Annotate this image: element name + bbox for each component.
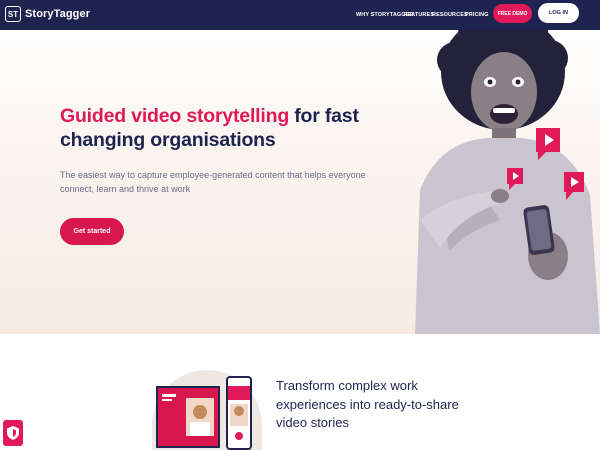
nav-link-pricing[interactable]: PRICING — [465, 12, 489, 18]
logo-mark: ST — [5, 6, 21, 22]
privacy-shield-button[interactable] — [3, 420, 23, 446]
play-bubble-icon — [507, 168, 523, 190]
top-navbar: ST StoryTagger WHY STORYTAGGER FEATURES … — [0, 0, 600, 30]
phone-screen-icon — [228, 386, 250, 440]
features-section: Transform complex work experiences into … — [0, 334, 600, 450]
nav-link-resources[interactable]: RESOURCES — [432, 12, 468, 18]
video-frame-icon — [162, 394, 214, 436]
play-bubble-icon — [536, 128, 560, 160]
phone-illustration — [226, 376, 252, 450]
play-bubble-icon — [564, 172, 584, 200]
get-started-button[interactable]: Get started — [60, 218, 124, 245]
free-demo-button[interactable]: FREE DEMO — [493, 4, 532, 23]
login-button[interactable]: LOG IN — [538, 3, 579, 23]
hero-section: Guided video storytelling for fast chang… — [0, 30, 600, 334]
hero-title: Guided video storytelling for fast chang… — [60, 104, 400, 152]
shield-icon — [7, 426, 19, 440]
logo-text: StoryTagger — [25, 8, 91, 20]
hero-subtitle: The easiest way to capture employee-gene… — [60, 170, 366, 194]
nav-link-features[interactable]: FEATURES — [404, 12, 434, 18]
storytagger-logo[interactable]: ST StoryTagger — [5, 6, 90, 22]
laptop-screen-illustration — [156, 386, 220, 448]
features-heading: Transform complex work experiences into … — [276, 378, 459, 430]
hero-title-accent: Guided video storytelling — [60, 105, 290, 127]
